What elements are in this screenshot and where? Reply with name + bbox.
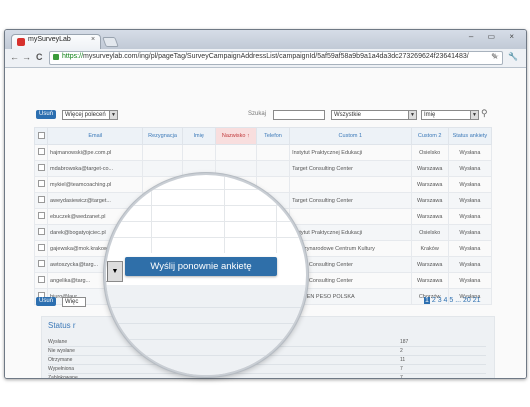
status-cell: Wysłana xyxy=(447,240,493,257)
custom2-cell: Warszawa xyxy=(410,256,449,273)
status-cell: Wysłana xyxy=(447,192,493,209)
custom2-cell: Osielsko xyxy=(410,224,449,241)
status-cell: Wysłana xyxy=(447,256,493,273)
column-header[interactable]: Status ankiety xyxy=(447,127,493,145)
chevron-down-icon: ▼ xyxy=(107,262,122,281)
custom2-cell: Warszawa xyxy=(410,208,449,225)
chevron-down-icon: ▼ xyxy=(408,111,416,119)
row-checkbox[interactable] xyxy=(33,144,49,161)
status-cell: Wysłana xyxy=(447,144,493,161)
custom1-cell: Instytut Praktycznej Edukacji xyxy=(289,144,412,161)
magnified-status-panel xyxy=(106,285,306,375)
chevron-down-icon: ▼ xyxy=(109,111,117,119)
row-checkbox[interactable] xyxy=(33,240,49,257)
resignation-cell xyxy=(142,144,183,161)
status-value: 7 xyxy=(400,366,403,372)
forward-icon[interactable]: → xyxy=(22,52,31,62)
status-label: Wypełniona xyxy=(48,366,75,372)
status-cell: Wysłana xyxy=(447,224,493,241)
magnified-table xyxy=(106,175,306,253)
title-bar: mySurveyLab × – ▭ × xyxy=(5,30,526,50)
custom1-cell: Międzynarodowe Centrum Kultury xyxy=(289,240,412,257)
custom1-cell: LAUREN PESO POLSKA xyxy=(289,288,412,305)
tab-title: mySurveyLab xyxy=(28,36,71,43)
filter-select[interactable]: Wszystkie ▼ xyxy=(331,110,417,120)
column-header[interactable]: Imię xyxy=(181,127,216,145)
magnified-select[interactable]: .. ▼ xyxy=(106,261,123,282)
back-icon[interactable]: ← xyxy=(10,52,19,62)
address-bar[interactable]: https://mysurveylab.com/ing/pl/pageTag/S… xyxy=(49,51,503,65)
custom1-cell: Instytut Praktycznej Edukacji xyxy=(289,224,412,241)
column-header[interactable]: Custom 1 xyxy=(289,127,412,145)
status-cell: Wysłana xyxy=(447,208,493,225)
chevron-down-icon: ▼ xyxy=(470,111,478,119)
row-checkbox[interactable] xyxy=(33,208,49,225)
status-label: Zablokowane xyxy=(48,375,78,379)
custom2-cell: Osielsko xyxy=(410,144,449,161)
custom1-cell: Target Consulting Center xyxy=(289,192,412,209)
column-header[interactable]: Telefon xyxy=(255,127,291,145)
search-icon[interactable]: ⚲ xyxy=(481,108,488,119)
column-header[interactable]: Rezygnacja xyxy=(142,127,183,145)
status-label: Wysłane xyxy=(48,339,68,345)
first-name-cell xyxy=(181,144,216,161)
table-row[interactable]: hajmanowski@pe.com.pl Instytut Praktyczne… xyxy=(33,144,493,161)
custom2-cell: Warszawa xyxy=(410,160,449,177)
window-controls[interactable]: – ▭ × xyxy=(469,32,520,41)
status-cell: Wysłana xyxy=(447,272,493,289)
search-label: Szukaj xyxy=(248,111,267,117)
column-header-sorted[interactable]: Nazwisko ↑ xyxy=(214,127,257,145)
row-checkbox[interactable] xyxy=(33,176,49,193)
select-all-checkbox[interactable] xyxy=(33,127,49,145)
row-checkbox[interactable] xyxy=(33,192,49,209)
custom2-cell: Warszawa xyxy=(410,176,449,193)
status-cell: Wysłana xyxy=(447,160,493,177)
lock-icon xyxy=(53,54,59,60)
status-value: 11 xyxy=(400,357,406,363)
row-checkbox[interactable] xyxy=(33,224,49,241)
magnifier-overlay: .. ▼ Wyślij ponownie ankietę ora xyxy=(104,173,308,377)
custom1-cell xyxy=(289,208,412,225)
browser-toolbar: ← → C https://mysurveylab.com/ing/pl/pag… xyxy=(5,49,526,68)
row-checkbox[interactable] xyxy=(33,272,49,289)
status-label: Nie wysłane xyxy=(48,348,75,354)
more-options-select-bottom[interactable]: Więc xyxy=(62,297,86,307)
favicon-icon xyxy=(17,38,25,46)
custom2-cell: Warszawa xyxy=(410,272,449,289)
delete-button-bottom[interactable]: Usuń xyxy=(36,297,56,306)
status-value: 2 xyxy=(400,348,403,354)
tab-close-icon[interactable]: × xyxy=(91,36,95,43)
new-tab-button[interactable] xyxy=(102,37,119,47)
status-label: Otrzymane xyxy=(48,357,73,363)
toolbar-icons[interactable]: ✎ 🔧 xyxy=(491,52,522,61)
search-input[interactable] xyxy=(273,110,325,120)
custom1-cell xyxy=(289,176,412,193)
page-links[interactable]: 2 3 4 5 ... 20 21 xyxy=(432,297,481,304)
delete-button[interactable]: Usuń xyxy=(36,110,56,119)
column-header[interactable]: Custom 2 xyxy=(410,127,449,145)
reload-icon[interactable]: C xyxy=(36,52,43,62)
custom2-cell: Warszawa xyxy=(410,192,449,209)
status-value: 187 xyxy=(400,339,409,345)
custom2-cell: Kraków xyxy=(410,240,449,257)
last-name-cell xyxy=(214,144,257,161)
row-checkbox[interactable] xyxy=(33,160,49,177)
browser-tab[interactable]: mySurveyLab × xyxy=(11,34,101,50)
page-current[interactable]: 1 xyxy=(424,297,430,304)
resend-survey-button[interactable]: Wyślij ponownie ankietę xyxy=(125,257,277,276)
row-checkbox[interactable] xyxy=(33,256,49,273)
phone-cell xyxy=(255,144,291,161)
custom1-cell: Target Consulting Center xyxy=(289,160,412,177)
status-title: Status r xyxy=(48,321,76,330)
url-text: https://mysurveylab.com/ing/pl/pageTag/S… xyxy=(62,53,469,60)
status-cell: Wysłana xyxy=(447,176,493,193)
status-value: 7 xyxy=(400,375,403,379)
pagination: 1 2 3 4 5 ... 20 21 xyxy=(424,297,481,304)
more-options-select[interactable]: Więcej poleceń ▼ xyxy=(62,110,118,120)
field-select[interactable]: Imię ▼ xyxy=(421,110,479,120)
table-header-row: Email Rezygnacja Imię Nazwisko ↑ Telefon… xyxy=(33,127,493,145)
column-header[interactable]: Email xyxy=(47,127,144,145)
email-cell: hajmanowski@pe.com.pl xyxy=(47,144,144,161)
